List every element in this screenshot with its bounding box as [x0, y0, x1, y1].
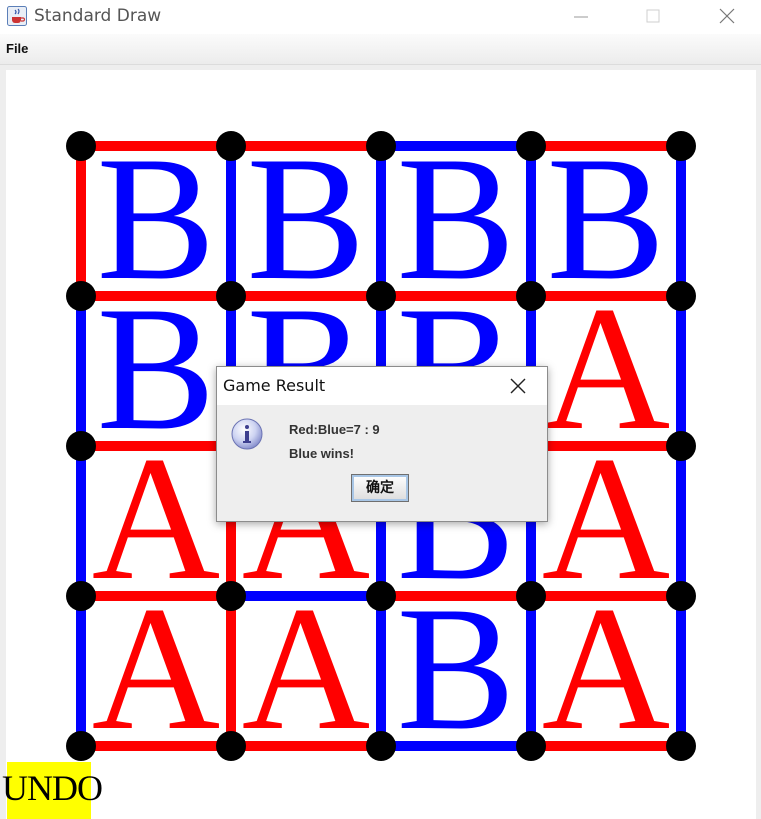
dialog-title: Game Result [223, 376, 326, 395]
dot-4-3 [516, 731, 546, 761]
dot-4-1 [216, 731, 246, 761]
score-text: Red:Blue=7 : 9 [289, 422, 380, 437]
dot-4-0 [66, 731, 96, 761]
maximize-icon [646, 9, 660, 23]
dot-3-3 [516, 581, 546, 611]
dot-4-2 [366, 731, 396, 761]
dot-3-1 [216, 581, 246, 611]
game-result-dialog: Game Result Red:Blue=7 : 9 Blue wins! 确定 [216, 366, 548, 522]
dot-3-0 [66, 581, 96, 611]
dot-1-3 [516, 281, 546, 311]
close-button[interactable] [704, 0, 750, 34]
java-coffee-icon [7, 6, 27, 26]
dot-3-2 [366, 581, 396, 611]
minimize-icon [574, 16, 588, 18]
dialog-header: Game Result [217, 367, 547, 405]
menu-file[interactable]: File [6, 41, 28, 56]
dot-0-0 [66, 131, 96, 161]
dot-1-2 [366, 281, 396, 311]
info-icon [230, 417, 264, 451]
winner-text: Blue wins! [289, 446, 355, 461]
dialog-close-button[interactable] [507, 375, 529, 397]
undo-label[interactable]: UNDO [2, 762, 103, 814]
dot-2-4 [666, 431, 696, 461]
dot-4-4 [666, 731, 696, 761]
dot-2-0 [66, 431, 96, 461]
dot-0-4 [666, 131, 696, 161]
ok-button[interactable]: 确定 [351, 474, 409, 502]
window-title: Standard Draw [34, 6, 162, 26]
minimize-button[interactable] [558, 0, 604, 34]
dot-0-1 [216, 131, 246, 161]
dot-1-1 [216, 281, 246, 311]
window-titlebar: Standard Draw [0, 0, 761, 34]
maximize-button[interactable] [630, 0, 676, 34]
menu-bar: File [0, 34, 761, 65]
close-icon [510, 378, 526, 394]
dot-0-2 [366, 131, 396, 161]
dot-3-4 [666, 581, 696, 611]
dot-1-4 [666, 281, 696, 311]
dot-0-3 [516, 131, 546, 161]
dot-1-0 [66, 281, 96, 311]
close-icon [719, 8, 735, 24]
